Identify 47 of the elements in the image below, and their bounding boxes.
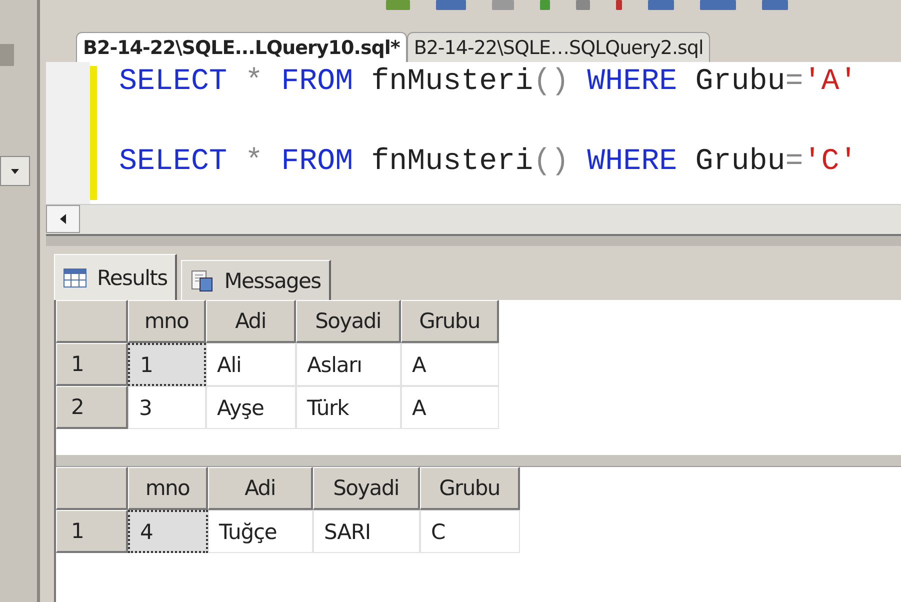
- dropdown-button[interactable]: [0, 156, 30, 186]
- splitter-bar[interactable]: [56, 455, 901, 467]
- caret-icon: [11, 167, 19, 175]
- code-line: SELECT * FROM fnMusteri() WHERE Grubu='C': [119, 144, 858, 181]
- column-header[interactable]: mno: [128, 300, 206, 343]
- table-cell[interactable]: Tuğçe: [208, 510, 313, 553]
- column-header[interactable]: Soyadi: [313, 467, 420, 510]
- table-cell[interactable]: Ayşe: [206, 386, 296, 429]
- column-header[interactable]: Adi: [208, 467, 313, 510]
- column-header[interactable]: Grubu: [401, 300, 499, 343]
- table-cell[interactable]: 1: [128, 343, 206, 386]
- toolbar-icon[interactable]: [700, 0, 736, 10]
- column-header[interactable]: mno: [128, 467, 208, 510]
- toolbar-icon[interactable]: [576, 0, 590, 10]
- table-cell[interactable]: Asları: [296, 343, 401, 386]
- toolbar-icon[interactable]: [436, 0, 466, 10]
- row-header[interactable]: 1: [56, 343, 128, 386]
- result-tab[interactable]: Results: [54, 254, 178, 300]
- tab-label: Results: [97, 266, 168, 290]
- column-header[interactable]: Soyadi: [296, 300, 401, 343]
- grid-icon: [63, 268, 87, 288]
- toolbar-icon[interactable]: [386, 0, 410, 10]
- table-cell[interactable]: 4: [128, 510, 208, 553]
- code-line: SELECT * FROM fnMusteri() WHERE Grubu='A': [119, 64, 858, 101]
- row-header[interactable]: 1: [56, 510, 128, 553]
- toolbar-icon[interactable]: [492, 0, 514, 10]
- table-cell[interactable]: Ali: [206, 343, 296, 386]
- table-cell[interactable]: 3: [128, 386, 206, 429]
- tab-label: Messages: [224, 268, 321, 292]
- caret-icon: [59, 214, 67, 224]
- table-cell[interactable]: A: [401, 343, 499, 386]
- table-cell[interactable]: Türk: [296, 386, 401, 429]
- table-cell[interactable]: A: [401, 386, 499, 429]
- row-header[interactable]: 2: [56, 386, 128, 429]
- table-cell[interactable]: C: [420, 510, 520, 553]
- column-header[interactable]: Grubu: [420, 467, 520, 510]
- toolbar-icon[interactable]: [616, 0, 622, 10]
- document-icon: [190, 268, 214, 292]
- column-header[interactable]: Adi: [206, 300, 296, 343]
- toolbar-icon[interactable]: [540, 0, 550, 10]
- toolbar-icon[interactable]: [648, 0, 674, 10]
- result-tab[interactable]: Messages: [181, 260, 331, 300]
- document-tab[interactable]: B2-14-22\SQLE…SQLQuery2.sql: [406, 32, 710, 62]
- document-tab[interactable]: B2-14-22\SQLE...LQuery10.sql*: [76, 32, 407, 62]
- scroll-left-button[interactable]: [46, 205, 80, 233]
- table-cell[interactable]: SARI: [313, 510, 420, 553]
- toolbar-icon[interactable]: [762, 0, 788, 10]
